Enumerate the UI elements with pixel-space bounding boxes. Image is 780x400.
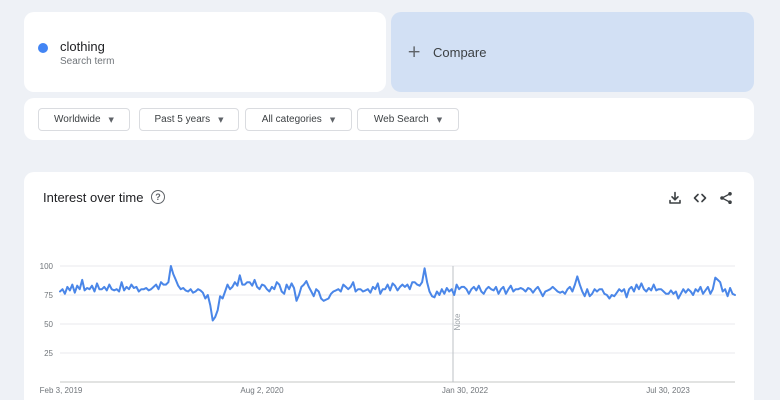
search-type-filter[interactable]: Web Search ▼ (357, 108, 459, 131)
search-type-filter-label: Web Search (373, 114, 429, 125)
caret-down-icon: ▼ (218, 115, 224, 124)
category-filter-label: All categories (261, 114, 322, 125)
category-filter[interactable]: All categories ▼ (245, 108, 352, 131)
caret-down-icon: ▼ (108, 115, 114, 124)
download-icon[interactable] (667, 190, 683, 206)
filter-bar: Worldwide ▼ Past 5 years ▼ All categories ▼… (24, 98, 754, 140)
caret-down-icon: ▼ (329, 115, 336, 124)
search-term-name[interactable]: clothing (60, 39, 105, 54)
compare-label: Compare (433, 44, 487, 60)
share-icon[interactable] (718, 190, 734, 206)
help-circle-icon[interactable]: ? (151, 190, 165, 204)
caret-down-icon: ▼ (436, 115, 443, 124)
interest-over-time-card: Interest over time ? (24, 172, 754, 400)
region-filter-label: Worldwide (54, 114, 101, 125)
series-color-dot (38, 43, 48, 53)
time-range-filter-label: Past 5 years (154, 114, 211, 125)
search-term-card[interactable]: clothing Search term (24, 12, 386, 92)
card-title: Interest over time (43, 190, 144, 205)
plus-icon: + (407, 42, 422, 62)
search-term-subtitle: Search term (60, 56, 115, 67)
embed-code-icon[interactable] (692, 190, 708, 206)
compare-button[interactable]: + Compare (391, 12, 754, 92)
time-range-filter[interactable]: Past 5 years ▼ (139, 108, 239, 131)
region-filter[interactable]: Worldwide ▼ (38, 108, 130, 131)
